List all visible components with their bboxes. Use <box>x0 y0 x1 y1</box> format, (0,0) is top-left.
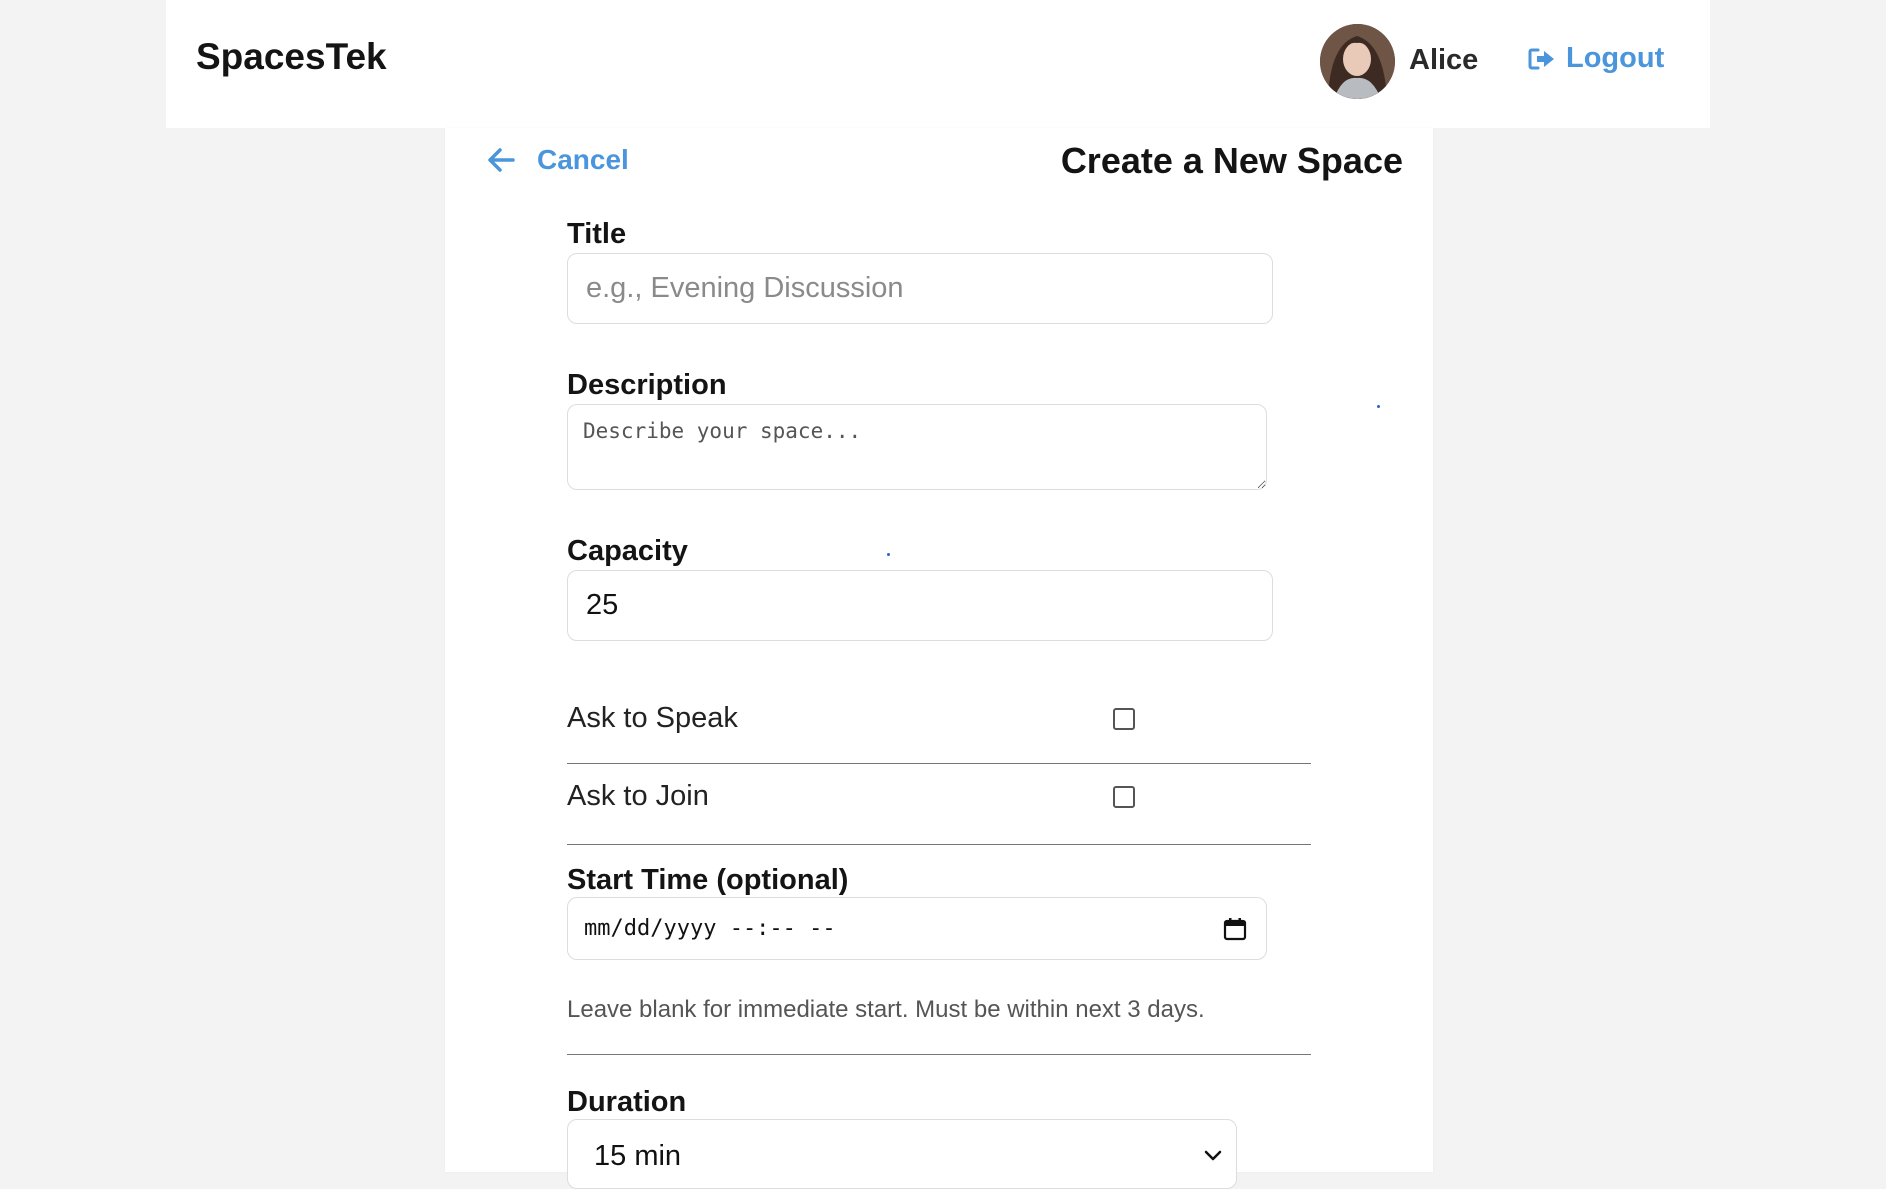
sign-out-icon <box>1528 48 1554 69</box>
avatar-image <box>1320 24 1395 99</box>
ask-to-speak-row: Ask to Speak <box>567 658 1311 764</box>
logout-button[interactable]: Logout <box>1528 42 1664 75</box>
ask-to-join-checkbox[interactable] <box>1113 786 1135 808</box>
start-time-input[interactable]: mm/dd/yyyy --:-- -- <box>567 897 1267 960</box>
title-input[interactable] <box>567 253 1273 324</box>
duration-value: 15 min <box>594 1140 682 1172</box>
chevron-down-icon <box>1204 1150 1222 1161</box>
stray-dot <box>1377 405 1380 408</box>
create-space-card: Cancel Create a New Space Title Descript… <box>445 128 1433 1189</box>
capacity-input[interactable] <box>567 570 1273 641</box>
avatar[interactable] <box>1320 24 1395 99</box>
ask-to-join-label: Ask to Join <box>567 780 709 812</box>
cancel-button[interactable]: Cancel <box>487 144 629 176</box>
title-label: Title <box>567 218 627 250</box>
ask-to-speak-checkbox[interactable] <box>1113 708 1135 730</box>
divider <box>567 1054 1311 1055</box>
cancel-label: Cancel <box>537 144 629 175</box>
stray-dot <box>887 553 890 556</box>
description-input[interactable] <box>567 404 1267 490</box>
duration-select[interactable]: 15 min <box>567 1119 1237 1189</box>
arrow-left-icon <box>488 148 515 172</box>
ask-to-join-row: Ask to Join <box>567 764 1311 845</box>
ask-to-speak-label: Ask to Speak <box>567 702 738 734</box>
start-time-hint: Leave blank for immediate start. Must be… <box>567 996 1205 1023</box>
logout-label: Logout <box>1566 42 1665 74</box>
page-title: Create a New Space <box>1060 140 1403 181</box>
capacity-label: Capacity <box>567 535 688 567</box>
start-time-placeholder: mm/dd/yyyy --:-- -- <box>584 916 836 941</box>
user-name: Alice <box>1409 44 1479 76</box>
brand-logo[interactable]: SpacesTek <box>196 36 387 78</box>
calendar-icon[interactable] <box>1223 917 1247 941</box>
description-label: Description <box>567 369 727 401</box>
app-header: SpacesTek Alice Logout <box>166 0 1710 128</box>
start-time-label: Start Time (optional) <box>567 864 849 896</box>
duration-label: Duration <box>567 1086 687 1118</box>
